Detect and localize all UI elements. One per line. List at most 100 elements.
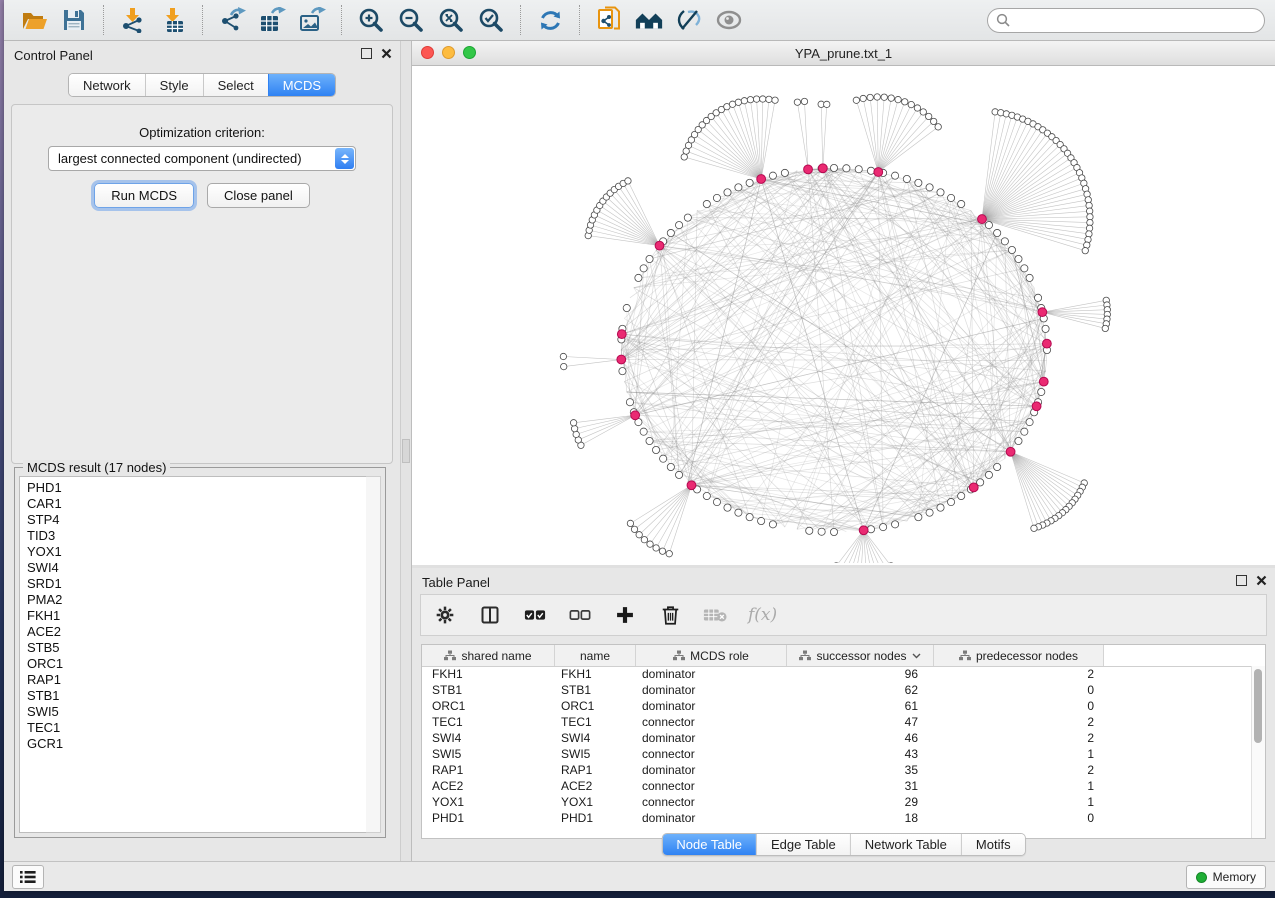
- table-cell: dominator: [636, 683, 787, 697]
- column-header-MCDS-role[interactable]: MCDS role: [636, 645, 787, 666]
- table-cell: PHD1: [555, 811, 636, 825]
- mcds-result-item[interactable]: TEC1: [27, 720, 366, 736]
- zoom-in-button[interactable]: [356, 5, 386, 35]
- mcds-result-item[interactable]: SRD1: [27, 576, 366, 592]
- tab-node-table[interactable]: Node Table: [662, 834, 756, 855]
- import-network-button[interactable]: [118, 5, 148, 35]
- mcds-result-item[interactable]: PMA2: [27, 592, 366, 608]
- tab-style[interactable]: Style: [145, 74, 203, 96]
- zoom-fit-button[interactable]: [436, 5, 466, 35]
- optimization-criterion-select[interactable]: largest connected component (undirected): [48, 146, 356, 171]
- mcds-list-scrollbar[interactable]: [366, 476, 381, 833]
- mcds-result-item[interactable]: ACE2: [27, 624, 366, 640]
- close-panel-icon[interactable]: [381, 48, 392, 59]
- mcds-hub-node: [617, 330, 626, 339]
- clone-network-icon: [596, 6, 622, 34]
- control-panel: Control Panel Network Style Select MCDS …: [4, 41, 400, 862]
- task-history-button[interactable]: [12, 865, 44, 889]
- show-columns-button[interactable]: [478, 603, 502, 627]
- node-table: shared namenameMCDS rolesuccessor nodesp…: [421, 644, 1266, 839]
- column-header-name[interactable]: name: [555, 645, 636, 666]
- mcds-result-item[interactable]: GCR1: [27, 736, 366, 752]
- network-window-titlebar[interactable]: YPA_prune.txt_1: [412, 41, 1275, 66]
- zoom-selected-button[interactable]: [476, 5, 506, 35]
- tab-motifs[interactable]: Motifs: [961, 834, 1025, 855]
- network-canvas[interactable]: [412, 66, 1275, 565]
- show-hidden-button[interactable]: [714, 5, 744, 35]
- table-cell: 1: [934, 795, 1104, 809]
- table-scrollbar-thumb[interactable]: [1254, 669, 1262, 743]
- gear-icon: [435, 605, 455, 625]
- show-network-overview-button[interactable]: [634, 5, 664, 35]
- mcds-result-item[interactable]: TID3: [27, 528, 366, 544]
- mcds-hub-node: [978, 215, 987, 224]
- open-session-button[interactable]: [19, 5, 49, 35]
- table-row[interactable]: PHD1PHD1dominator180: [422, 810, 1252, 826]
- tab-select[interactable]: Select: [203, 74, 268, 96]
- table-row[interactable]: SWI4SWI4dominator462: [422, 730, 1252, 746]
- mcds-result-item[interactable]: SWI5: [27, 704, 366, 720]
- network-graph[interactable]: [412, 66, 1275, 563]
- export-image-button[interactable]: [297, 5, 327, 35]
- mcds-result-item[interactable]: STB1: [27, 688, 366, 704]
- tab-mcds[interactable]: MCDS: [268, 74, 335, 96]
- mcds-result-item[interactable]: PHD1: [27, 480, 366, 496]
- import-table-button[interactable]: [158, 5, 188, 35]
- tab-network-table[interactable]: Network Table: [850, 834, 961, 855]
- table-settings-button[interactable]: [433, 603, 457, 627]
- close-panel-button[interactable]: Close panel: [207, 183, 310, 208]
- select-all-rows-button[interactable]: [523, 603, 547, 627]
- zoom-out-button[interactable]: [396, 5, 426, 35]
- table-row[interactable]: SWI5SWI5connector431: [422, 746, 1252, 762]
- mcds-result-item[interactable]: YOX1: [27, 544, 366, 560]
- mcds-result-item[interactable]: CAR1: [27, 496, 366, 512]
- mcds-result-item[interactable]: SWI4: [27, 560, 366, 576]
- table-row[interactable]: FKH1FKH1dominator962: [422, 666, 1252, 682]
- table-cell: ORC1: [555, 699, 636, 713]
- mcds-result-item[interactable]: ORC1: [27, 656, 366, 672]
- column-header-predecessor-nodes[interactable]: predecessor nodes: [934, 645, 1104, 666]
- float-panel-icon[interactable]: [361, 48, 372, 59]
- table-scrollbar[interactable]: [1251, 666, 1265, 838]
- table-cell: 47: [787, 715, 934, 729]
- save-session-button[interactable]: [59, 5, 89, 35]
- table-row[interactable]: RAP1RAP1dominator352: [422, 762, 1252, 778]
- vertical-splitter[interactable]: [400, 41, 412, 862]
- delete-columns-button[interactable]: [658, 603, 682, 627]
- export-table-button[interactable]: [257, 5, 287, 35]
- close-panel-icon[interactable]: [1256, 575, 1267, 586]
- float-panel-icon[interactable]: [1236, 575, 1247, 586]
- table-row[interactable]: STB1STB1dominator620: [422, 682, 1252, 698]
- export-network-button[interactable]: [217, 5, 247, 35]
- refresh-layout-button[interactable]: [535, 5, 565, 35]
- table-cell: 18: [787, 811, 934, 825]
- hide-selected-button[interactable]: [674, 5, 704, 35]
- table-row[interactable]: YOX1YOX1connector291: [422, 794, 1252, 810]
- deselect-all-rows-button[interactable]: [568, 603, 592, 627]
- column-header-successor-nodes[interactable]: successor nodes: [787, 645, 934, 666]
- create-column-button[interactable]: [613, 603, 637, 627]
- table-row[interactable]: ORC1ORC1dominator610: [422, 698, 1252, 714]
- memory-button[interactable]: Memory: [1186, 865, 1266, 889]
- tab-network[interactable]: Network: [69, 74, 145, 96]
- table-row[interactable]: TEC1TEC1connector472: [422, 714, 1252, 730]
- run-mcds-button[interactable]: Run MCDS: [94, 183, 194, 208]
- close-window-button[interactable]: [421, 46, 434, 59]
- clone-network-button[interactable]: [594, 5, 624, 35]
- splitter-grip[interactable]: [402, 439, 410, 463]
- tab-edge-table[interactable]: Edge Table: [756, 834, 850, 855]
- mcds-result-item[interactable]: STP4: [27, 512, 366, 528]
- table-cell: connector: [636, 747, 787, 761]
- zoom-window-button[interactable]: [463, 46, 476, 59]
- minimize-window-button[interactable]: [442, 46, 455, 59]
- mcds-result-item[interactable]: STB5: [27, 640, 366, 656]
- column-header-shared-name[interactable]: shared name: [422, 645, 555, 666]
- table-panel-tabs: Node Table Edge Table Network Table Moti…: [661, 833, 1025, 856]
- search-input[interactable]: [1015, 12, 1256, 29]
- table-cell: FKH1: [555, 667, 636, 681]
- table-row[interactable]: ACE2ACE2connector311: [422, 778, 1252, 794]
- table-cell: 31: [787, 779, 934, 793]
- mcds-result-item[interactable]: FKH1: [27, 608, 366, 624]
- mcds-hub-node: [655, 241, 664, 250]
- mcds-result-item[interactable]: RAP1: [27, 672, 366, 688]
